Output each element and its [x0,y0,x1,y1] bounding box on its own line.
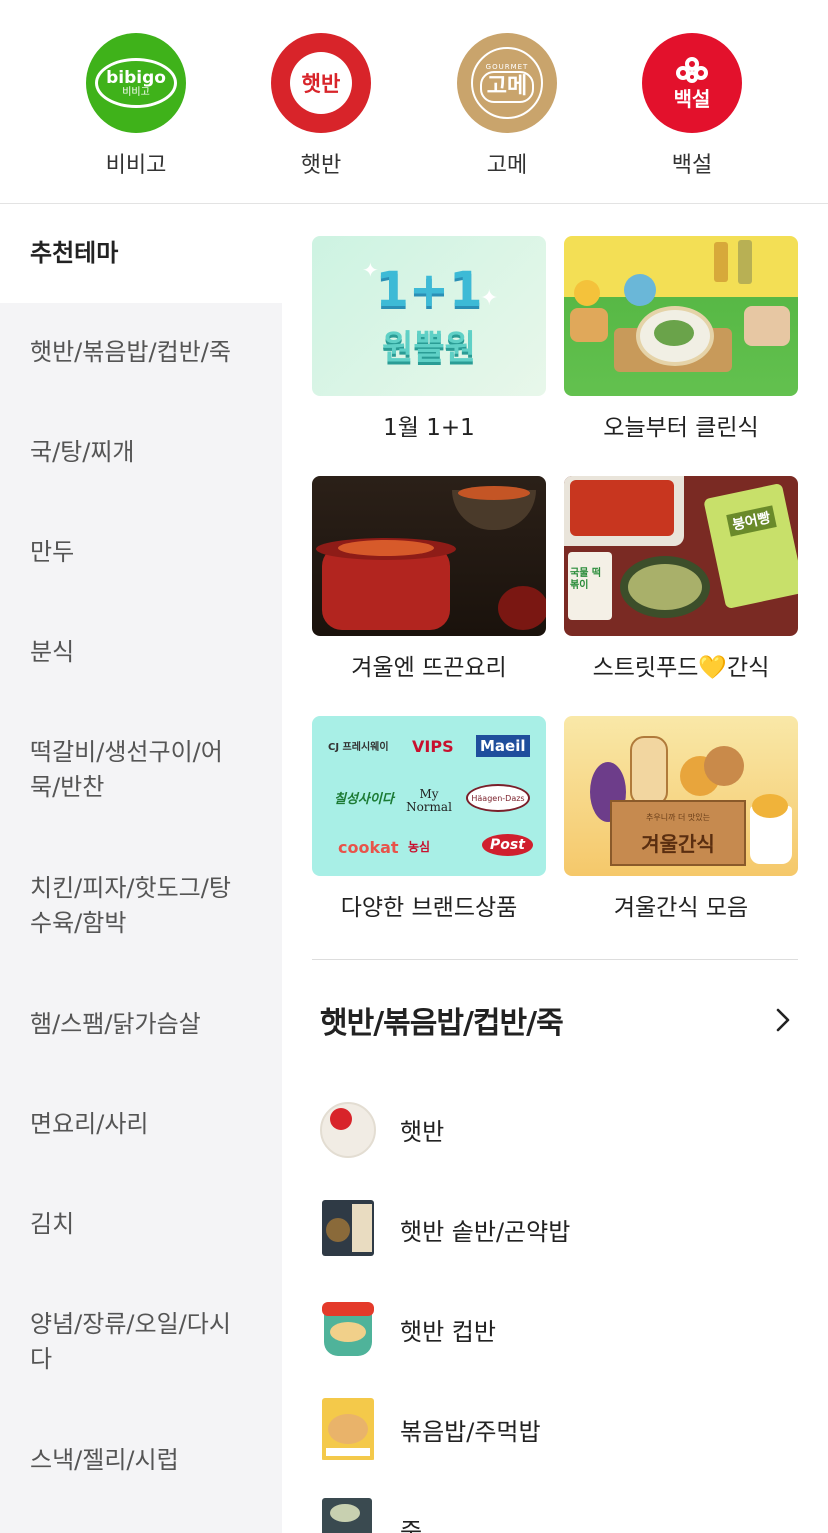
subcategory-sotban[interactable]: 햇반 솥반/곤약밥 [318,1198,798,1268]
brand-logo-mynormal: My Normal [406,787,452,814]
category-sidebar: 추천테마 햇반/볶음밥/컵반/죽 국/탕/찌개 만두 분식 떡갈비/생선구이/어… [0,204,282,1533]
hetbahn-logo-text: 햇반 [301,72,341,96]
sidebar-item-label: 면요리/사리 [30,1110,149,1138]
theme-label: 오늘부터 클린식 [603,415,759,441]
sparkle-icon: ✦ [362,258,379,282]
sidebar-item-kimchi[interactable]: 김치 [0,1207,282,1242]
sidebar-item-snack[interactable]: 스낵/젤리/시럽 [0,1443,282,1478]
gourmet-logo: GOURMET 고메 [457,33,557,133]
brand-label: 햇반 [300,153,342,178]
sidebar-item-label: 햄/스팸/닭가슴살 [30,1010,201,1038]
brand-label: 비비고 [105,153,167,178]
theme-card-winter-snack[interactable]: 추우니까 더 맛있는 겨울간식 겨울간식 모음 [564,716,798,922]
sidebar-item-label: 만두 [30,538,75,566]
brand-row: bibigo 비비고 비비고 햇반 햇반 GOURMET 고메 고메 백설 백설 [0,0,828,204]
product-thumbnail [318,1098,378,1160]
sidebar-item-snackfood[interactable]: 분식 [0,635,282,670]
theme-image: CJ 프레시웨이 VIPS Maeil 칠성사이다 My Normal Häag… [312,716,546,876]
brand-logo-chilsung: 칠성사이다 [334,792,394,807]
sidebar-item-label: 추천테마 [30,239,119,267]
brand-label: 고메 [486,153,528,178]
sidebar-item-label: 치킨/피자/핫도그/탕수육/함박 [30,874,231,937]
theme-image [312,476,546,636]
gourmet-logo-sub: GOURMET [485,63,529,71]
section-title: 햇반/볶음밥/컵반/죽 [320,1006,564,1041]
brand-bibigo[interactable]: bibigo 비비고 비비고 [76,33,196,179]
subcategory-label: 햇반 [400,1118,445,1146]
subcategory-hetbahn[interactable]: 햇반 [318,1098,798,1168]
brand-logo-cookat: cookat [338,838,399,857]
sidebar-item-sauce[interactable]: 양념/장류/오일/다시다 [0,1307,282,1377]
box-subtext: 추우니까 더 맛있는 [646,813,710,822]
gourmet-logo-text: 고메 [479,71,535,103]
brand-label: 백설 [671,153,713,178]
product-thumbnail [318,1198,378,1260]
sidebar-item-ham[interactable]: 햄/스팸/닭가슴살 [0,1007,282,1042]
hetbahn-logo: 햇반 [271,33,371,133]
brand-logo-haagendazs: Häagen-Dazs [466,784,530,812]
baekseol-logo-text: 백설 [673,86,711,111]
theme-label: 1월 1+1 [383,415,475,441]
brand-logo-vips: VIPS [412,737,454,756]
brand-logo-maeil: Maeil [476,735,530,757]
pack-text: 국물 떡볶이 [570,568,602,591]
sparkle-icon: ✦ [480,286,499,311]
product-thumbnail [318,1398,378,1460]
sidebar-item-chicken[interactable]: 치킨/피자/핫도그/탕수육/함박 [0,871,282,941]
brand-baekseol[interactable]: 백설 백설 [632,33,752,179]
subcategory-label: 햇반 컵반 [400,1318,496,1346]
theme-card-clean[interactable]: 오늘부터 클린식 [564,236,798,442]
section-divider [312,959,798,960]
sidebar-item-recommended[interactable]: 추천테마 [0,204,282,303]
subcategory-fried-rice[interactable]: 볶음밥/주먹밥 [318,1398,798,1468]
sidebar-item-label: 스낵/젤리/시럽 [30,1446,179,1474]
brand-gourmet[interactable]: GOURMET 고메 고메 [447,33,567,179]
chevron-right-icon[interactable] [770,1005,796,1035]
theme-image: 붕어빵 국물 떡볶이 [564,476,798,636]
sidebar-item-soup[interactable]: 국/탕/찌개 [0,435,282,470]
theme-label: 겨울엔 뜨끈요리 [351,655,507,681]
sidebar-item-label: 양념/장류/오일/다시다 [30,1310,231,1373]
product-thumbnail [318,1498,378,1533]
theme-image [564,236,798,396]
theme-card-1plus1[interactable]: 1+1 원쁠원 ✦ ✦ 1월 1+1 [312,236,546,442]
bibigo-logo: bibigo 비비고 [86,33,186,133]
subcategory-label: 볶음밥/주먹밥 [400,1418,541,1446]
theme-label: 다양한 브랜드상품 [340,895,518,921]
theme-image: 추우니까 더 맛있는 겨울간식 [564,716,798,876]
bibigo-logo-text: bibigo [106,67,166,88]
brand-logo-post: Post [482,834,533,856]
baekseol-logo: 백설 [642,33,742,133]
theme-image: 1+1 원쁠원 ✦ ✦ [312,236,546,396]
theme-card-streetfood[interactable]: 붕어빵 국물 떡볶이 스트릿푸드💛간식 [564,476,798,682]
brand-hetbahn[interactable]: 햇반 햇반 [261,33,381,179]
sidebar-item-label: 햇반/볶음밥/컵반/죽 [30,338,231,366]
sidebar-item-noodle[interactable]: 면요리/사리 [0,1107,282,1142]
snowflake-icon [676,56,708,83]
box-text: 겨울간식 [641,832,715,856]
theme-card-winter-hot[interactable]: 겨울엔 뜨끈요리 [312,476,546,682]
sidebar-item-dumpling[interactable]: 만두 [0,535,282,570]
banner-subtext: 원쁠원 [382,328,476,368]
theme-label: 겨울간식 모음 [613,895,749,921]
subcategory-label: 햇반 솥반/곤약밥 [400,1218,571,1246]
sidebar-item-sidedish[interactable]: 떡갈비/생선구이/어묵/반찬 [0,735,282,805]
brand-logo-nongshim: 농심 [408,840,431,854]
sidebar-item-label: 국/탕/찌개 [30,438,135,466]
subcategory-label: 죽 [400,1518,423,1533]
sidebar-item-label: 분식 [30,638,75,666]
sidebar-item-label: 떡갈비/생선구이/어묵/반찬 [30,738,223,801]
theme-label: 스트릿푸드💛간식 [592,655,770,681]
sidebar-item-label: 김치 [30,1210,75,1238]
bibigo-logo-sub: 비비고 [122,86,150,98]
sidebar-item-rice[interactable]: 햇반/볶음밥/컵반/죽 [0,335,282,370]
theme-card-brands[interactable]: CJ 프레시웨이 VIPS Maeil 칠성사이다 My Normal Häag… [312,716,546,922]
subcategory-cupbahn[interactable]: 햇반 컵반 [318,1298,798,1368]
banner-text: 1+1 [375,262,483,318]
product-thumbnail [318,1298,378,1360]
brand-logo-cj: CJ 프레시웨이 [328,742,389,753]
subcategory-porridge[interactable]: 죽 [318,1498,798,1533]
